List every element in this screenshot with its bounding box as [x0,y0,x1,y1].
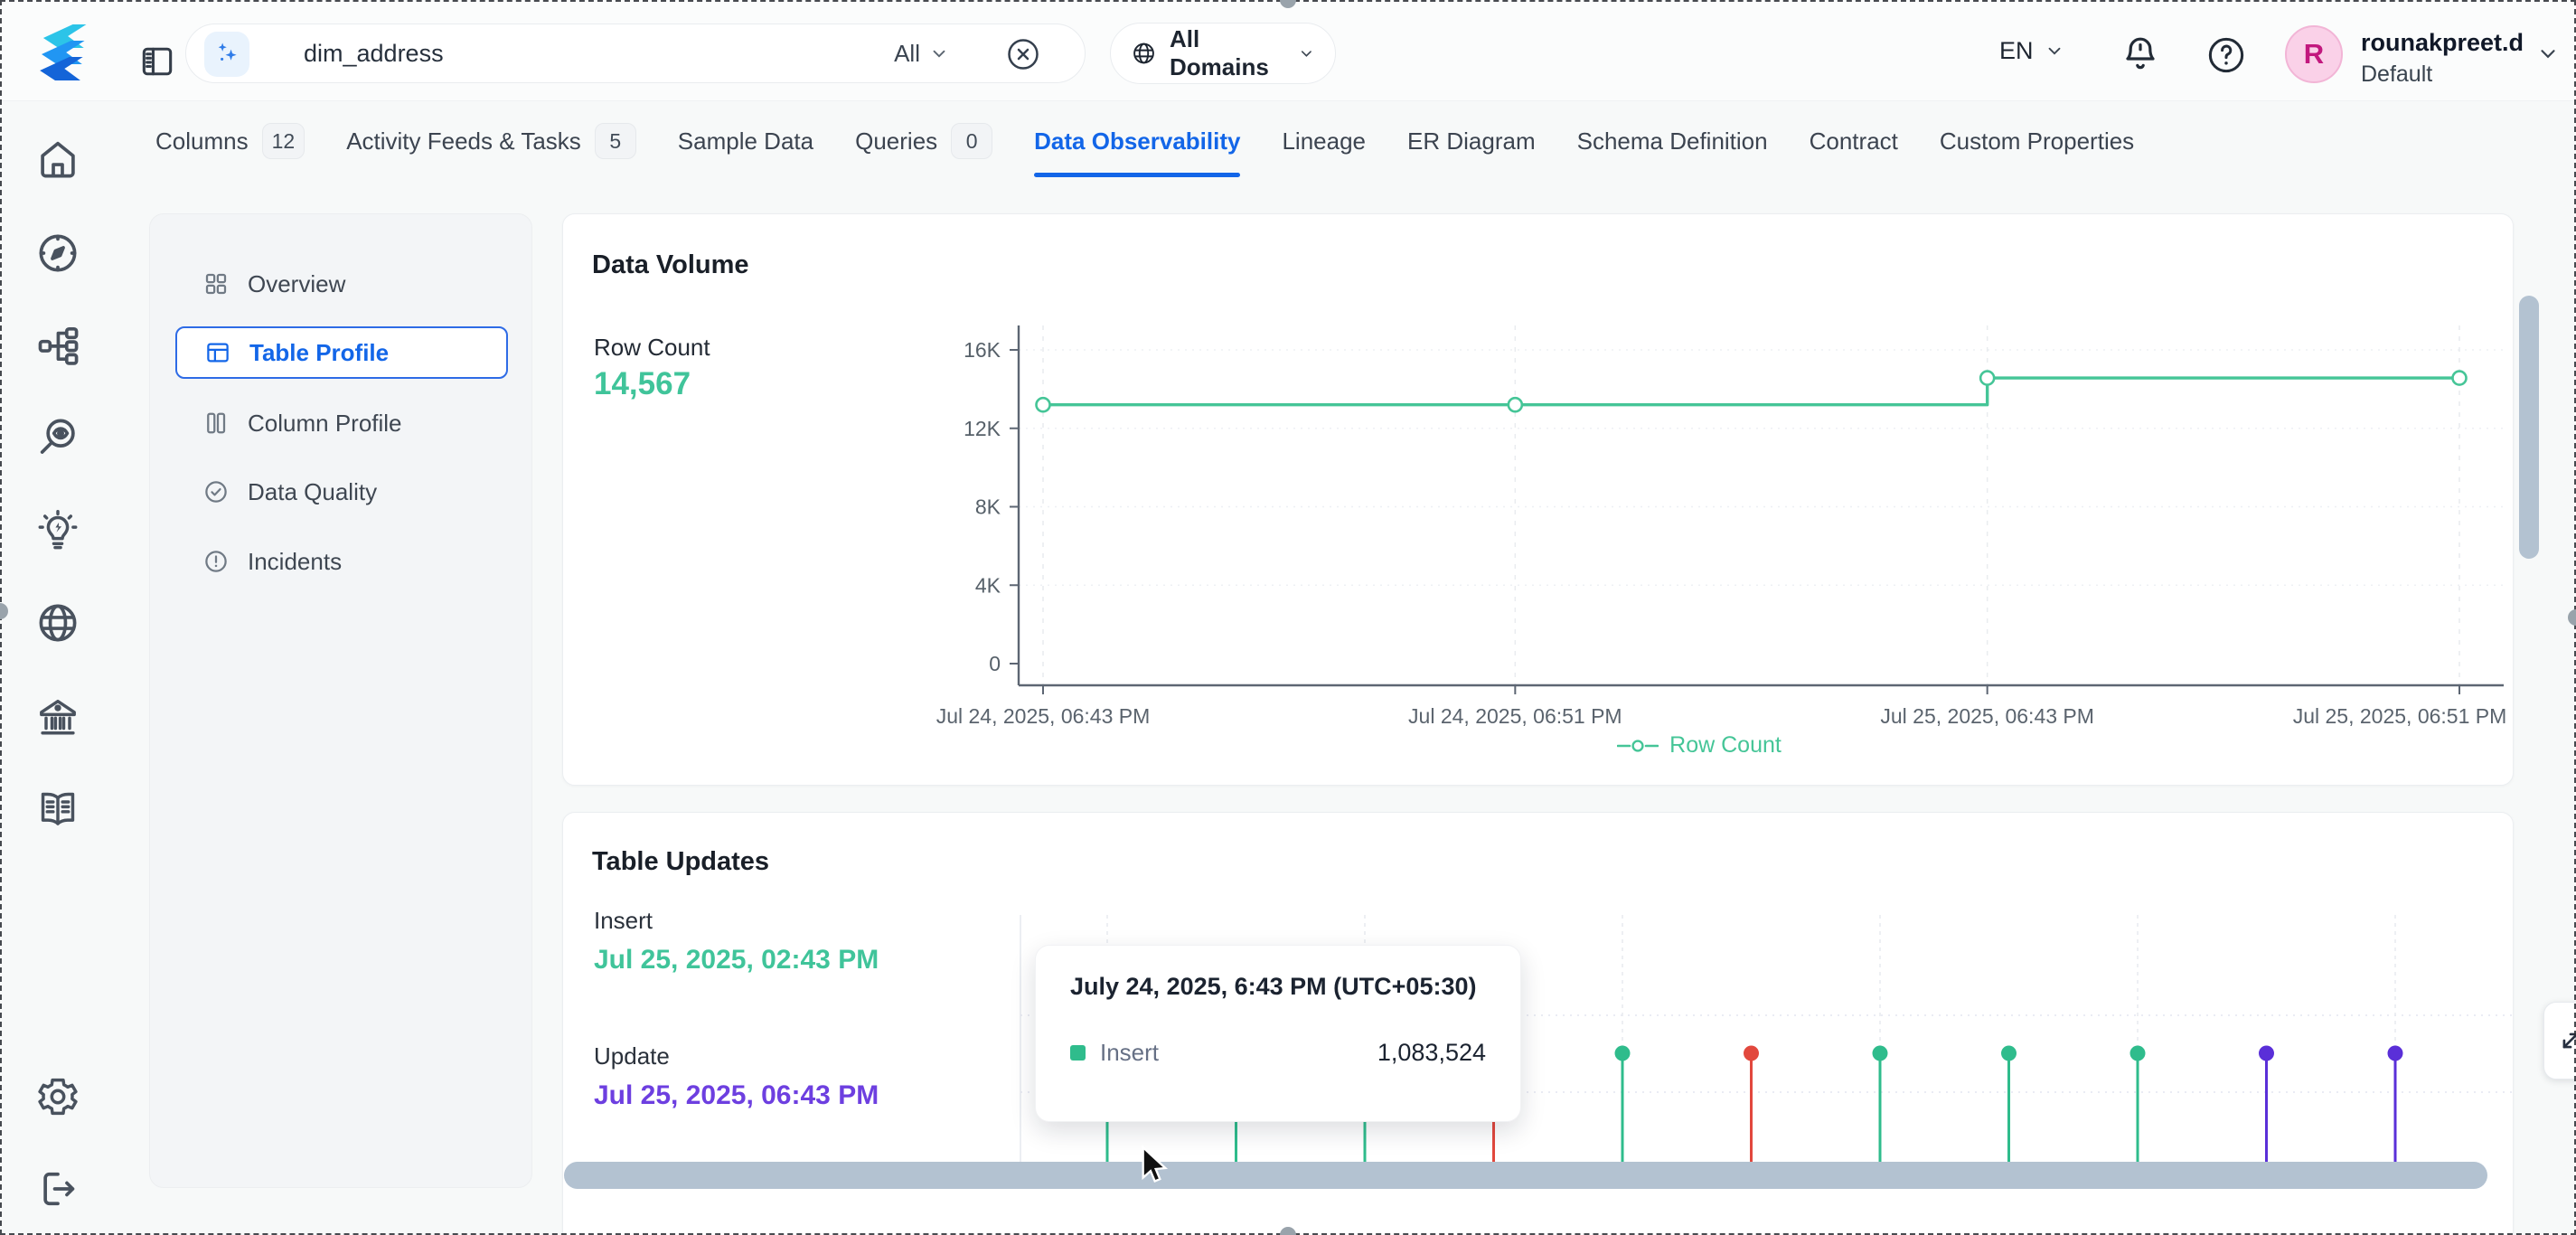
nav-explore-icon[interactable] [34,230,81,277]
nav-govern-icon[interactable] [34,693,81,740]
notifications-bell-icon[interactable] [2119,33,2162,76]
user-avatar[interactable]: R [2285,25,2343,83]
tooltip-series-label: Insert [1100,1039,1159,1067]
tab-data-observability[interactable]: Data Observability [1034,103,1240,179]
chevron-down-icon [929,43,949,63]
svg-text:Jul 25, 2025, 06:51 PM: Jul 25, 2025, 06:51 PM [2293,704,2507,728]
svg-text:0: 0 [989,652,1001,675]
tab-contract[interactable]: Contract [1810,103,1898,179]
nav-domains-icon[interactable] [34,599,81,646]
overview-grid-icon [202,270,230,297]
search-scope-dropdown[interactable]: All [894,24,949,82]
chevron-down-icon [1298,43,1315,63]
user-menu-chevron-icon[interactable] [2536,42,2560,65]
search-scope-label: All [894,40,920,68]
update-timestamp: Jul 25, 2025, 06:43 PM [594,1075,892,1117]
selection-handle-right[interactable] [2568,609,2576,626]
nav-insights-icon[interactable] [34,507,81,554]
tab-schema-definition[interactable]: Schema Definition [1577,103,1768,179]
expand-resize-handle[interactable] [2543,1002,2576,1079]
svg-text:8K: 8K [975,495,1001,519]
tab-custom-properties[interactable]: Custom Properties [1940,103,2134,179]
settings-gear-icon[interactable] [34,1073,81,1120]
tab-count-badge: 5 [595,123,636,159]
tab-count-badge: 12 [262,123,306,159]
language-selector[interactable]: EN [1999,0,2064,101]
update-label: Update [594,1042,670,1070]
globe-icon [1131,38,1157,69]
domains-label: All Domains [1170,25,1285,81]
table-profile-icon [204,339,231,366]
svg-text:Jul 25, 2025, 06:43 PM: Jul 25, 2025, 06:43 PM [1880,704,2094,728]
svg-text:4K: 4K [975,573,1001,597]
row-count-chart[interactable]: 0 4K 8K 12K 16K Jul 24, 2025, 06:43 PM Jul 24,… [578,307,2513,732]
language-label: EN [1999,37,2034,65]
tab-sample-data[interactable]: Sample Data [678,103,813,179]
vertical-scrollbar-thumb[interactable] [2519,296,2539,559]
tab-lineage[interactable]: Lineage [1282,103,1366,179]
tab-count-badge: 0 [951,123,992,159]
insert-label: Insert [594,907,653,935]
domains-dropdown[interactable]: All Domains [1110,23,1336,84]
sidebar-toggle-icon[interactable] [137,42,177,81]
row-count-legend[interactable]: Row Count [687,732,2576,759]
tooltip-value: 1,083,524 [1377,1039,1486,1067]
svg-text:12K: 12K [964,417,1001,440]
search-input[interactable]: dim_address [304,24,444,82]
resize-arrows-icon [2555,1025,2576,1056]
observability-menu: Overview Table Profile Column Profile Da… [149,213,532,1188]
tab-er-diagram[interactable]: ER Diagram [1407,103,1536,179]
tab-activity-feeds[interactable]: Activity Feeds & Tasks5 [346,103,636,179]
data-volume-title: Data Volume [592,250,749,280]
avatar-initial: R [2304,38,2324,71]
horizontal-scrollbar-thumb[interactable] [564,1162,2487,1189]
svg-text:16K: 16K [964,338,1001,362]
chevron-down-icon [2045,41,2064,61]
entity-tabs: Columns12 Activity Feeds & Tasks5 Sample… [81,103,2522,179]
insert-swatch-icon [1070,1045,1086,1061]
nav-glossary-icon[interactable] [34,786,81,833]
data-quality-check-icon [202,478,230,505]
menu-item-column-profile[interactable]: Column Profile [175,397,508,449]
column-profile-icon [202,410,230,437]
help-icon[interactable] [2205,34,2247,76]
user-name: rounakpreet.d [2361,29,2524,57]
menu-item-table-profile[interactable]: Table Profile [175,326,508,379]
app-logo-icon[interactable] [33,20,98,83]
ai-sparkle-button[interactable] [204,32,249,77]
logout-icon[interactable] [34,1165,81,1212]
clear-search-icon[interactable] [1005,36,1041,72]
svg-text:Jul 24, 2025, 06:51 PM: Jul 24, 2025, 06:51 PM [1408,704,1622,728]
nav-lineage-icon[interactable] [34,322,81,369]
top-bar: dim_address All All Domains EN [0,0,2576,101]
nav-home-icon[interactable] [34,136,81,183]
legend-line-icon [1617,739,1659,753]
tooltip-row: Insert 1,083,524 [1070,1039,1486,1067]
selection-handle-left[interactable] [0,603,8,619]
incidents-alert-icon [202,548,230,575]
insert-timestamp: Jul 25, 2025, 02:43 PM [594,939,892,982]
tab-queries[interactable]: Queries0 [855,103,992,179]
tooltip-title: July 24, 2025, 6:43 PM (UTC+05:30) [1070,973,1486,1001]
global-search-bar[interactable]: dim_address All [185,24,1086,83]
app-screen: dim_address All All Domains EN [0,0,2576,1235]
svg-text:Jul 24, 2025, 06:43 PM: Jul 24, 2025, 06:43 PM [936,704,1151,728]
chart-tooltip: July 24, 2025, 6:43 PM (UTC+05:30) Inser… [1035,945,1521,1122]
legend-label: Row Count [1669,732,1782,759]
tab-columns[interactable]: Columns12 [155,103,305,179]
menu-item-overview[interactable]: Overview [175,258,508,310]
user-workspace: Default [2361,61,2432,88]
menu-item-incidents[interactable]: Incidents [175,535,508,588]
table-updates-title: Table Updates [592,847,769,877]
nav-observability-icon[interactable] [34,414,81,461]
sparkles-icon [212,39,242,70]
menu-item-data-quality[interactable]: Data Quality [175,466,508,518]
